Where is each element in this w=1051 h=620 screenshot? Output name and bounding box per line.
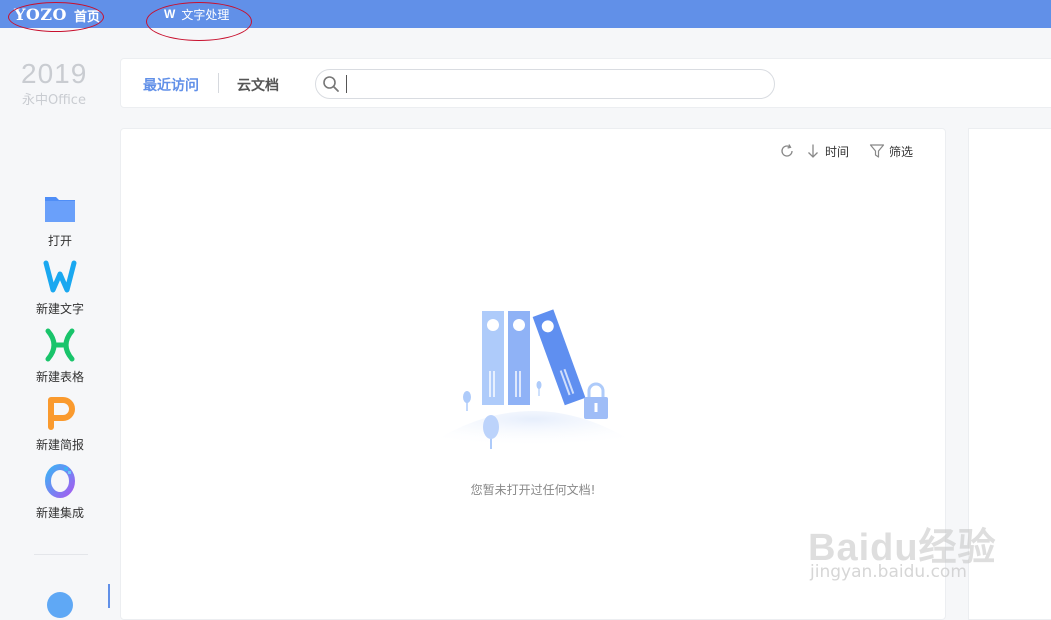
integrated-icon <box>45 464 75 498</box>
sidebar-item-label: 新建文字 <box>35 302 84 316</box>
sort-by-time-button[interactable]: 时间 <box>805 141 849 161</box>
document-header: 最近访问 云文档 <box>120 58 1051 108</box>
sidebar-item-label: 新建集成 <box>35 506 84 520</box>
yozo-logo: YOZO <box>14 5 67 24</box>
refresh-icon <box>781 144 793 157</box>
sidebar-item-new-spreadsheet[interactable]: 新建表格 <box>20 328 100 385</box>
sidebar-item-new-integrated[interactable]: 新建集成 <box>20 464 100 521</box>
empty-state-illustration <box>419 309 647 451</box>
tab-word-processing-label: 文字处理 <box>181 7 230 22</box>
recent-documents-panel: 时间 筛选 您暂未打开过任何文档! <box>120 128 946 620</box>
search-box[interactable] <box>315 69 775 99</box>
folder-icon <box>45 197 75 222</box>
sidebar-item-new-presentation[interactable]: 新建简报 <box>20 396 100 453</box>
search-icon <box>323 76 339 92</box>
tab-home[interactable]: 首页 <box>74 6 100 25</box>
filter-icon <box>869 144 885 158</box>
text-caret <box>346 75 347 93</box>
presentation-p-icon <box>48 397 75 430</box>
writer-w-icon: W <box>164 7 176 21</box>
spreadsheet-x-icon <box>45 328 75 362</box>
tab-cloud-documents[interactable]: 云文档 <box>237 75 279 95</box>
sidebar-active-indicator <box>108 584 110 608</box>
empty-state-message: 您暂未打开过任何文档! <box>470 483 596 497</box>
user-avatar[interactable] <box>47 592 73 618</box>
sort-label: 时间 <box>825 144 850 159</box>
sidebar-item-label: 新建表格 <box>35 370 84 384</box>
filter-button[interactable]: 筛选 <box>869 141 913 161</box>
brand-year: 2019 <box>21 58 88 89</box>
refresh-button[interactable] <box>779 141 799 161</box>
sidebar-item-label: 新建简报 <box>35 438 84 452</box>
search-input[interactable] <box>350 72 764 96</box>
title-bar: YOZO 首页 W 文字处理 <box>0 0 1051 28</box>
filter-label: 筛选 <box>889 144 914 159</box>
sidebar-divider <box>34 554 88 555</box>
tab-recent[interactable]: 最近访问 <box>143 75 199 95</box>
tab-word-processing[interactable]: W 文字处理 <box>164 0 229 28</box>
sidebar-item-open[interactable]: 打开 <box>20 192 100 249</box>
tab-divider <box>218 73 219 93</box>
writer-w-icon <box>43 260 77 293</box>
right-panel <box>968 128 1051 620</box>
brand-name: 永中Office <box>22 93 86 108</box>
sidebar-item-label: 打开 <box>47 234 72 248</box>
arrow-down-icon <box>808 144 818 158</box>
sidebar-item-new-writer[interactable]: 新建文字 <box>20 260 100 317</box>
